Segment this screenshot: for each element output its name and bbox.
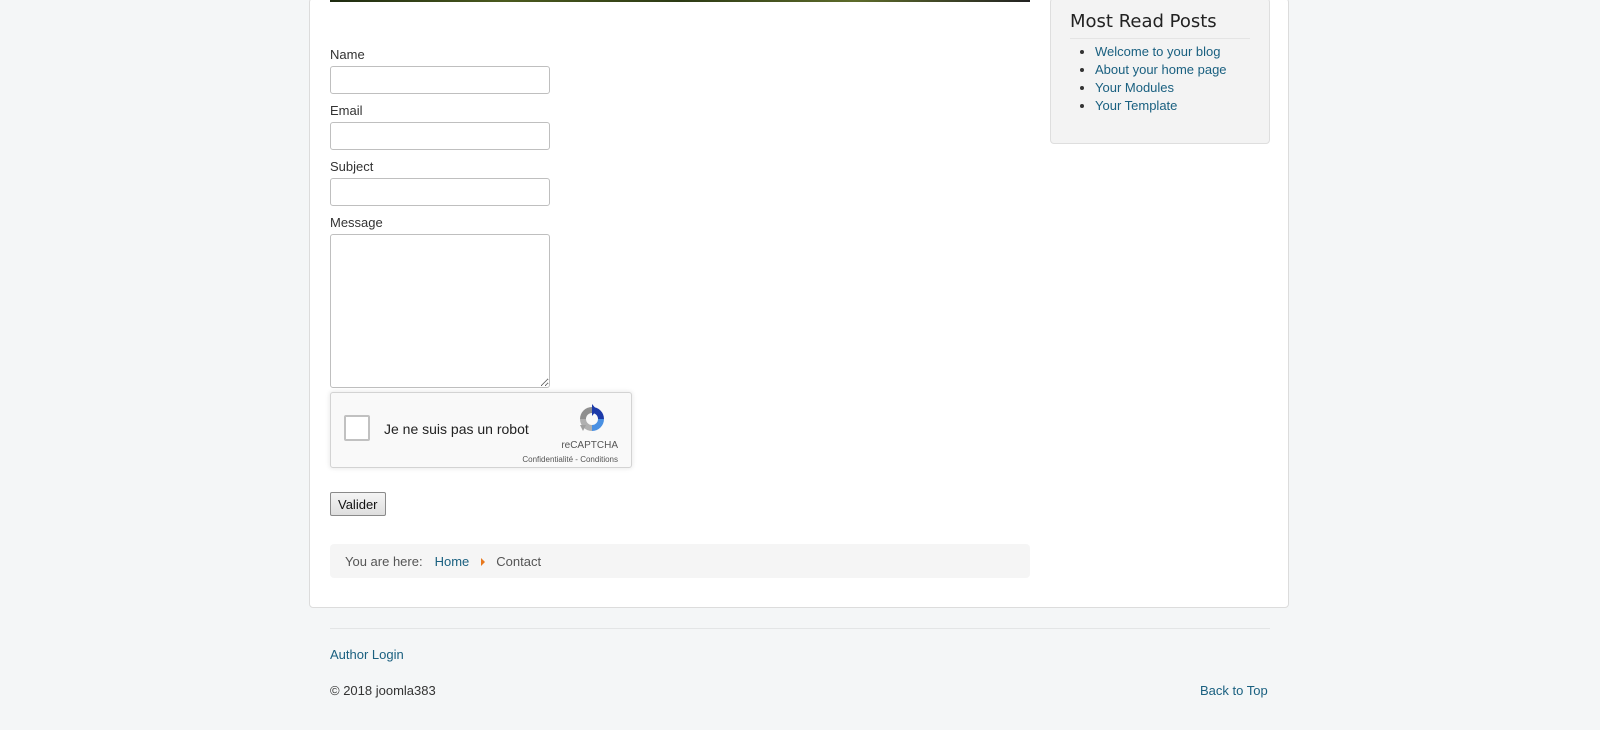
breadcrumb-home-link[interactable]: Home (435, 554, 470, 569)
email-field[interactable] (330, 122, 550, 150)
email-label: Email (330, 103, 363, 118)
list-item: Your Modules (1095, 79, 1227, 97)
recaptcha-terms: Confidentialité - Conditions (522, 455, 618, 464)
article-image-edge (330, 0, 1030, 2)
sidebar-title: Most Read Posts (1070, 11, 1250, 39)
list-item: About your home page (1095, 61, 1227, 79)
message-textarea[interactable] (330, 234, 550, 388)
recaptcha-checkbox[interactable] (344, 415, 370, 441)
breadcrumb-current: Contact (496, 553, 542, 569)
most-read-posts-module: Most Read Posts Welcome to your blog Abo… (1050, 0, 1270, 144)
back-to-top-link[interactable]: Back to Top (1200, 683, 1268, 698)
submit-button[interactable]: Valider (330, 492, 386, 516)
recaptcha-privacy-link[interactable]: Confidentialité (522, 455, 573, 464)
copyright-text: © 2018 joomla383 (330, 683, 436, 698)
recaptcha-checkbox-label: Je ne suis pas un robot (384, 421, 529, 437)
subject-field[interactable] (330, 178, 550, 206)
recaptcha-widget: Je ne suis pas un robot reCAPTCHA Confid… (330, 392, 632, 468)
list-item: Welcome to your blog (1095, 43, 1227, 61)
recaptcha-terms-link[interactable]: Conditions (580, 455, 618, 464)
list-item: Your Template (1095, 97, 1227, 115)
post-link[interactable]: About your home page (1095, 62, 1227, 77)
post-link[interactable]: Your Modules (1095, 80, 1174, 95)
name-field[interactable] (330, 66, 550, 94)
contact-form: Name Email Subject Message (330, 46, 550, 388)
recaptcha-brand: reCAPTCHA (561, 440, 618, 451)
author-login-link[interactable]: Author Login (330, 647, 404, 662)
post-link[interactable]: Your Template (1095, 98, 1177, 113)
message-label: Message (330, 215, 383, 230)
breadcrumb: You are here: Home Contact (330, 544, 1030, 578)
footer-divider (330, 628, 1270, 629)
breadcrumb-separator-icon (481, 558, 486, 566)
post-link[interactable]: Welcome to your blog (1095, 44, 1221, 59)
recaptcha-logo-icon (580, 404, 604, 431)
most-read-list: Welcome to your blog About your home pag… (1076, 43, 1227, 115)
subject-label: Subject (330, 159, 374, 174)
breadcrumb-prefix: You are here: (345, 553, 423, 569)
name-label: Name (330, 47, 365, 62)
